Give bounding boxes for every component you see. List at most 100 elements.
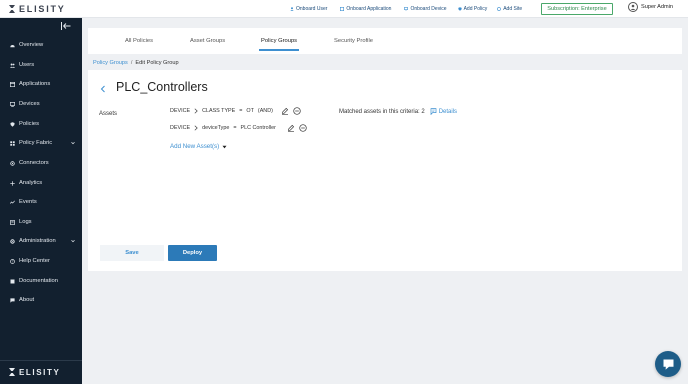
user-menu[interactable]: Super Admin bbox=[628, 2, 673, 12]
svg-text:?: ? bbox=[12, 259, 14, 263]
top-bar: ELISITY Onboard User Onboard Application… bbox=[0, 0, 688, 18]
sidebar-item-label: Overview bbox=[19, 42, 44, 48]
sidebar-item-label: Documentation bbox=[19, 278, 58, 284]
sidebar-item-devices[interactable]: Devices bbox=[0, 97, 82, 111]
sidebar-item-connectors[interactable]: Connectors bbox=[0, 156, 82, 170]
user-plus-icon bbox=[290, 7, 294, 11]
chevron-right-icon bbox=[194, 125, 198, 131]
details-link[interactable]: Details bbox=[430, 108, 457, 115]
details-icon bbox=[430, 108, 437, 115]
onboard-user-label: Onboard User bbox=[296, 6, 328, 12]
edit-icon[interactable] bbox=[281, 107, 289, 115]
breadcrumb: Policy Groups / Edit Policy Group bbox=[93, 60, 179, 66]
matched-assets-text: Matched assets in this criteria: 2 bbox=[339, 108, 425, 115]
remove-icon[interactable] bbox=[293, 107, 301, 115]
assets-label: Assets bbox=[99, 111, 118, 117]
user-icon bbox=[630, 4, 636, 10]
collapse-sidebar-icon[interactable] bbox=[61, 22, 71, 30]
sidebar-item-documentation[interactable]: Documentation bbox=[0, 274, 82, 288]
criteria-row: DEVICE CLASS TYPE = OT (AND) bbox=[170, 106, 301, 116]
sidebar-item-help-center[interactable]: ? Help Center bbox=[0, 254, 82, 268]
sidebar-item-label: About bbox=[19, 297, 35, 303]
criteria-scope: DEVICE bbox=[170, 125, 191, 131]
sidebar-item-applications[interactable]: Applications bbox=[0, 77, 82, 91]
criteria-row: DEVICE deviceType = PLC Controller bbox=[170, 123, 307, 133]
gear-icon bbox=[10, 238, 15, 244]
onboard-user-link[interactable]: Onboard User bbox=[290, 6, 327, 12]
add-policy-link[interactable]: Add Policy bbox=[457, 6, 488, 12]
app-plus-icon bbox=[340, 7, 345, 11]
brand-name: ELISITY bbox=[19, 4, 66, 14]
details-label: Details bbox=[438, 108, 458, 115]
device-plus-icon bbox=[404, 7, 409, 11]
criteria-value: OT bbox=[246, 108, 254, 114]
breadcrumb-policy-groups[interactable]: Policy Groups bbox=[93, 60, 128, 66]
sidebar-item-label: Connectors bbox=[19, 160, 49, 166]
fabric-icon bbox=[10, 140, 15, 146]
tab-security-profile[interactable]: Security Profile bbox=[334, 28, 373, 54]
sidebar-item-events[interactable]: Events bbox=[0, 195, 82, 209]
sidebar-brand-logo: ELISITY bbox=[8, 367, 60, 377]
sidebar-item-label: Policies bbox=[19, 121, 39, 127]
sidebar-item-label: Administration bbox=[19, 238, 56, 244]
caret-down-icon bbox=[222, 145, 227, 148]
sidebar-item-policies[interactable]: Policies bbox=[0, 117, 82, 131]
criteria-join: (AND) bbox=[257, 108, 273, 114]
policy-plus-icon bbox=[457, 7, 462, 11]
sidebar-item-label: Analytics bbox=[19, 180, 43, 186]
chat-bubble-icon bbox=[663, 359, 673, 370]
sidebar-item-analytics[interactable]: Analytics bbox=[0, 176, 82, 190]
chevron-down-icon bbox=[71, 141, 75, 145]
tab-all-policies[interactable]: All Policies bbox=[125, 28, 153, 54]
overview-icon bbox=[10, 44, 15, 47]
sidebar-item-about[interactable]: About bbox=[0, 293, 82, 307]
remove-icon[interactable] bbox=[299, 124, 307, 132]
criteria-value: PLC Controller bbox=[240, 125, 276, 131]
criteria-attribute: deviceType bbox=[202, 125, 230, 131]
chat-button[interactable] bbox=[655, 351, 681, 377]
sidebar-item-administration[interactable]: Administration bbox=[0, 234, 82, 248]
add-site-link[interactable]: Add Site bbox=[497, 6, 522, 12]
chevron-down-icon bbox=[71, 239, 75, 243]
onboard-application-link[interactable]: Onboard Application bbox=[340, 6, 391, 12]
brand-logo[interactable]: ELISITY bbox=[8, 3, 66, 15]
deploy-button[interactable]: Deploy bbox=[168, 245, 217, 261]
add-new-assets-dropdown[interactable]: Add New Asset(s) bbox=[170, 143, 227, 150]
sidebar-item-label: Applications bbox=[19, 81, 51, 87]
onboard-device-link[interactable]: Onboard Device bbox=[404, 6, 447, 12]
breadcrumb-separator: / bbox=[130, 60, 133, 66]
applications-icon bbox=[10, 81, 15, 87]
tab-policy-groups[interactable]: Policy Groups bbox=[258, 28, 300, 54]
sidebar-item-label: Events bbox=[19, 199, 37, 205]
edit-icon[interactable] bbox=[287, 124, 295, 132]
criteria-operator: = bbox=[239, 108, 243, 114]
chevron-right-icon bbox=[194, 108, 198, 114]
breadcrumb-current: Edit Policy Group bbox=[135, 60, 179, 66]
matched-assets: Matched assets in this criteria: 2 Detai… bbox=[339, 108, 457, 115]
edit-policy-group-card: PLC_Controllers Assets DEVICE CLASS TYPE… bbox=[88, 70, 682, 271]
connectors-icon bbox=[10, 160, 15, 166]
quick-actions: Onboard User Onboard Application Onboard… bbox=[290, 0, 532, 18]
subscription-button[interactable]: Subscription: Enterprise bbox=[541, 3, 613, 15]
sidebar-item-users[interactable]: Users bbox=[0, 58, 82, 72]
sidebar-item-label: Devices bbox=[19, 101, 40, 107]
users-icon bbox=[10, 63, 15, 68]
back-arrow-icon[interactable] bbox=[99, 85, 107, 93]
shield-icon bbox=[10, 121, 15, 127]
doc-icon bbox=[10, 279, 15, 283]
sidebar-item-overview[interactable]: Overview bbox=[0, 38, 82, 52]
criteria-scope: DEVICE bbox=[170, 108, 191, 114]
site-plus-icon bbox=[497, 7, 502, 11]
sidebar-brand-name: ELISITY bbox=[19, 367, 61, 377]
sidebar-item-label: Logs bbox=[19, 219, 32, 225]
save-button[interactable]: Save bbox=[100, 245, 164, 261]
events-icon bbox=[10, 200, 15, 204]
add-new-assets-label: Add New Asset(s) bbox=[170, 143, 220, 150]
sidebar-item-policy-fabric[interactable]: Policy Fabric bbox=[0, 136, 82, 150]
add-policy-label: Add Policy bbox=[463, 6, 488, 12]
tab-asset-groups[interactable]: Asset Groups bbox=[190, 28, 225, 54]
sidebar-item-logs[interactable]: Logs bbox=[0, 215, 82, 229]
analytics-icon bbox=[10, 180, 15, 186]
elisity-logo-icon bbox=[8, 367, 17, 377]
add-site-label: Add Site bbox=[503, 6, 523, 12]
